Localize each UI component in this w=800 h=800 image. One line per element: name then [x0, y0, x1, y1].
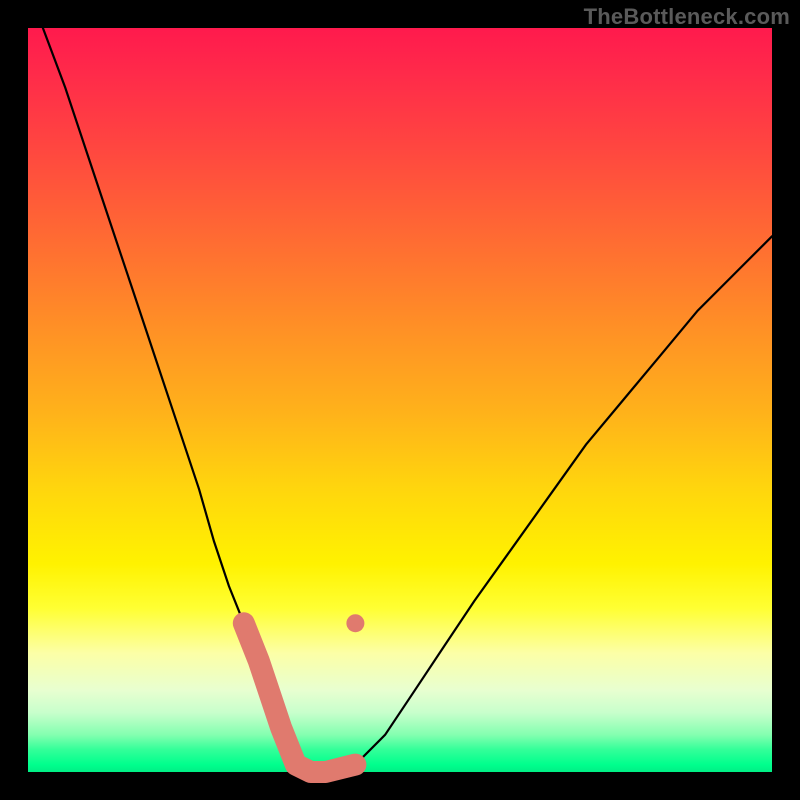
bottleneck-curve: [43, 28, 772, 772]
valley-marker: [346, 614, 364, 632]
chart-frame: TheBottleneck.com: [0, 0, 800, 800]
valley-marker: [235, 614, 253, 632]
valley-highlight: [244, 623, 356, 772]
plot-area: [28, 28, 772, 772]
curve-svg: [28, 28, 772, 772]
attribution-label: TheBottleneck.com: [584, 4, 790, 30]
